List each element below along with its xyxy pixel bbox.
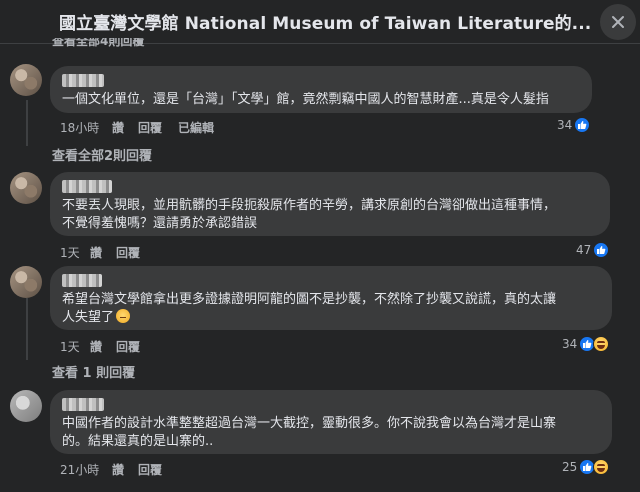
reaction-count: 34 — [562, 337, 578, 351]
avatar[interactable] — [10, 390, 42, 422]
comment-text: 中國作者的設計水準整整超過台灣一大截控，靈動很多。你不說我會以為台灣才是山寨 — [62, 416, 557, 431]
partial-view-replies-link[interactable]: 查看全部4則回覆 — [52, 38, 162, 52]
reply-button[interactable]: 回覆 — [116, 338, 140, 355]
reaction-summary[interactable]: 34 — [562, 336, 610, 352]
comment-actions: 18小時 讚 回覆 已編輯 — [60, 119, 214, 136]
reply-button[interactable]: 回覆 — [116, 244, 140, 261]
comment-bubble: 中國作者的設計水準整整超過台灣一大截控，靈動很多。你不說我會以為台灣才是山寨 的… — [50, 390, 612, 454]
comment-actions: 21小時 讚 回覆 — [60, 461, 162, 478]
comment-text: 不覺得羞愧嗎？還請勇於承認錯誤 — [62, 216, 258, 231]
avatar[interactable] — [10, 266, 42, 298]
reply-button[interactable]: 回覆 — [138, 461, 162, 478]
like-reaction-icon — [593, 242, 610, 258]
view-replies-link[interactable]: 查看 1 則回覆 — [52, 362, 135, 381]
edited-label: 已編輯 — [178, 121, 215, 135]
reaction-count: 34 — [557, 118, 573, 132]
comment-text-line: 人失望了 — [62, 308, 600, 327]
like-reaction-icon — [574, 117, 591, 133]
like-button[interactable]: 讚 — [90, 244, 116, 261]
comment-text: 希望台灣文學館拿出更多證據證明阿龍的圖不是抄襲，不然除了抄襲又說謊，真的太讓 — [62, 292, 557, 307]
comment-text: 的。結果還真的是山寨的.. — [62, 434, 214, 449]
comment-time[interactable]: 1天 — [60, 338, 90, 355]
avatar[interactable] — [10, 172, 42, 204]
close-button[interactable] — [600, 4, 636, 40]
author-name-redacted[interactable] — [62, 180, 112, 193]
avatar[interactable] — [10, 64, 42, 96]
thread-line — [26, 298, 28, 360]
author-name-redacted[interactable] — [62, 274, 102, 287]
comment-bubble: 不要丟人現眼，並用骯髒的手段扼殺原作者的辛勞，講求原創的台灣卻做出這種事情， 不… — [50, 172, 610, 236]
comment-text: 一個文化單位，還是「台灣」「文學」館，竟然剽竊中國人的智慧財產...真是令人髮指 — [62, 92, 549, 107]
thread-line — [26, 100, 28, 146]
view-replies-link[interactable]: 查看全部2則回覆 — [52, 145, 152, 164]
reaction-summary[interactable]: 25 — [562, 459, 610, 475]
comment-actions: 1天 讚 回覆 — [60, 338, 140, 355]
comment-time[interactable]: 18小時 — [60, 119, 112, 136]
author-name-redacted[interactable] — [62, 398, 104, 411]
reaction-count: 47 — [576, 243, 592, 257]
reply-button[interactable]: 回覆 — [138, 119, 178, 136]
dialog-title: 國立臺灣文學館 National Museum of Taiwan Litera… — [59, 14, 592, 34]
like-button[interactable]: 讚 — [112, 461, 138, 478]
comment-time[interactable]: 21小時 — [60, 461, 112, 478]
reaction-summary[interactable]: 47 — [576, 242, 610, 258]
comment-bubble: 一個文化單位，還是「台灣」「文學」館，竟然剽竊中國人的智慧財產...真是令人髮指 — [50, 66, 592, 113]
like-button[interactable]: 讚 — [112, 119, 138, 136]
haha-reaction-icon — [593, 459, 610, 475]
reaction-count: 25 — [562, 460, 578, 474]
reaction-summary[interactable]: 34 — [557, 117, 591, 133]
comment-time[interactable]: 1天 — [60, 244, 90, 261]
author-name-redacted[interactable] — [62, 74, 104, 87]
like-button[interactable]: 讚 — [90, 338, 116, 355]
comment-text: 不要丟人現眼，並用骯髒的手段扼殺原作者的辛勞，講求原創的台灣卻做出這種事情， — [62, 198, 557, 213]
close-icon[interactable] — [610, 14, 626, 30]
comment-bubble: 希望台灣文學館拿出更多證據證明阿龍的圖不是抄襲，不然除了抄襲又說謊，真的太讓 人… — [50, 266, 612, 330]
comment-actions: 1天 讚 回覆 — [60, 244, 140, 261]
haha-reaction-icon — [593, 336, 610, 352]
comment-text: 人失望了 — [62, 310, 115, 325]
disappointed-emoji-icon — [116, 309, 131, 323]
